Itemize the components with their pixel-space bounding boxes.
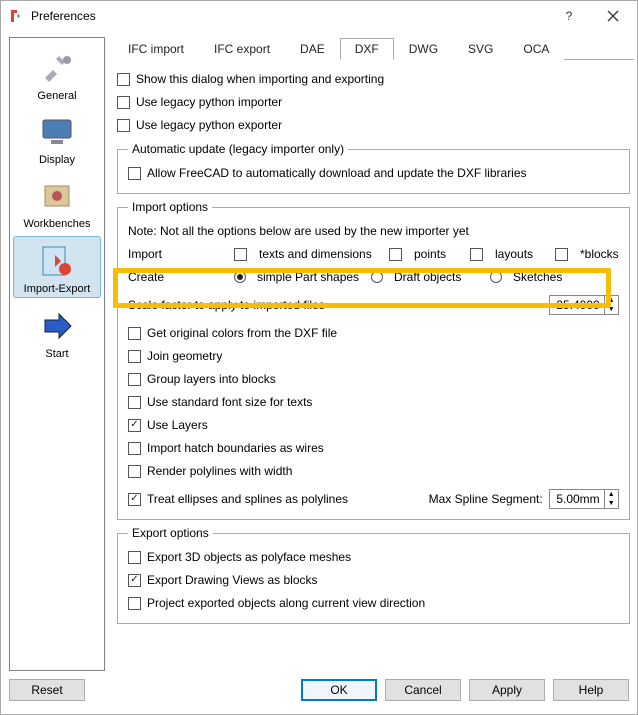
app-icon — [9, 8, 25, 24]
sidebar-item-general[interactable]: General — [13, 44, 101, 104]
tab-ifc-import[interactable]: IFC import — [113, 38, 199, 60]
monitor-icon — [33, 112, 81, 152]
tab-oca[interactable]: OCA — [508, 38, 564, 60]
sidebar-item-import-export[interactable]: Import-Export — [13, 236, 101, 298]
check-project-exported[interactable] — [128, 597, 141, 610]
check-ellipses[interactable] — [128, 493, 141, 506]
import-export-icon — [33, 241, 81, 281]
dialog-footer: Reset OK Cancel Apply Help — [1, 671, 637, 709]
tools-icon — [33, 48, 81, 88]
help-button[interactable]: ? — [547, 1, 591, 31]
spin-up-icon[interactable]: ▲ — [605, 490, 618, 499]
spin-down-icon[interactable]: ▼ — [605, 305, 618, 314]
tab-svg[interactable]: SVG — [453, 38, 508, 60]
check-legacy-importer[interactable] — [117, 96, 130, 109]
workbench-icon — [33, 176, 81, 216]
scale-label: Scale factor to apply to imported files — [128, 298, 549, 312]
check-points[interactable] — [389, 248, 402, 261]
group-import-options: Import options Note: Not all the options… — [117, 200, 630, 520]
check-use-layers[interactable] — [128, 419, 141, 432]
radio-sketches[interactable] — [490, 271, 502, 283]
check-layouts[interactable] — [470, 248, 483, 261]
window-title: Preferences — [31, 9, 547, 23]
check-group-layers[interactable] — [128, 373, 141, 386]
check-export-3d[interactable] — [128, 551, 141, 564]
group-export-options: Export options Export 3D objects as poly… — [117, 526, 630, 624]
tab-bar: IFC import IFC export DAE DXF DWG SVG OC… — [113, 37, 634, 60]
check-allow-download[interactable] — [128, 167, 141, 180]
check-polyline-width[interactable] — [128, 465, 141, 478]
check-legacy-exporter[interactable] — [117, 119, 130, 132]
sidebar-item-display[interactable]: Display — [13, 108, 101, 168]
arrow-right-icon — [33, 306, 81, 346]
close-button[interactable] — [591, 1, 635, 31]
help-button[interactable]: Help — [553, 679, 629, 701]
spin-up-icon[interactable]: ▲ — [605, 296, 618, 305]
check-std-font[interactable] — [128, 396, 141, 409]
check-starblocks[interactable] — [555, 248, 568, 261]
reset-button[interactable]: Reset — [9, 679, 85, 701]
tab-dwg[interactable]: DWG — [394, 38, 453, 60]
check-join-geometry[interactable] — [128, 350, 141, 363]
main-panel: IFC import IFC export DAE DXF DWG SVG OC… — [113, 37, 634, 671]
radio-simple-part[interactable] — [234, 271, 246, 283]
radio-draft-objects[interactable] — [371, 271, 383, 283]
max-spline-input[interactable]: ▲▼ — [549, 489, 619, 509]
sidebar-item-start[interactable]: Start — [13, 302, 101, 362]
ok-button[interactable]: OK — [301, 679, 377, 701]
check-show-dialog[interactable] — [117, 73, 130, 86]
check-export-drawing[interactable] — [128, 574, 141, 587]
import-note: Note: Not all the options below are used… — [128, 224, 469, 238]
tab-dae[interactable]: DAE — [285, 38, 340, 60]
check-original-colors[interactable] — [128, 327, 141, 340]
tab-dxf[interactable]: DXF — [340, 38, 394, 60]
titlebar: Preferences ? — [1, 1, 637, 31]
tab-ifc-export[interactable]: IFC export — [199, 38, 285, 60]
scale-factor-input[interactable]: ▲▼ — [549, 295, 619, 315]
sidebar-item-workbenches[interactable]: Workbenches — [13, 172, 101, 232]
apply-button[interactable]: Apply — [469, 679, 545, 701]
check-texts[interactable] — [234, 248, 247, 261]
group-auto-update: Automatic update (legacy importer only) … — [117, 142, 630, 194]
cancel-button[interactable]: Cancel — [385, 679, 461, 701]
spin-down-icon[interactable]: ▼ — [605, 499, 618, 508]
check-hatch-wires[interactable] — [128, 442, 141, 455]
category-sidebar: General Display Workbenches Import-Expor… — [9, 37, 105, 671]
